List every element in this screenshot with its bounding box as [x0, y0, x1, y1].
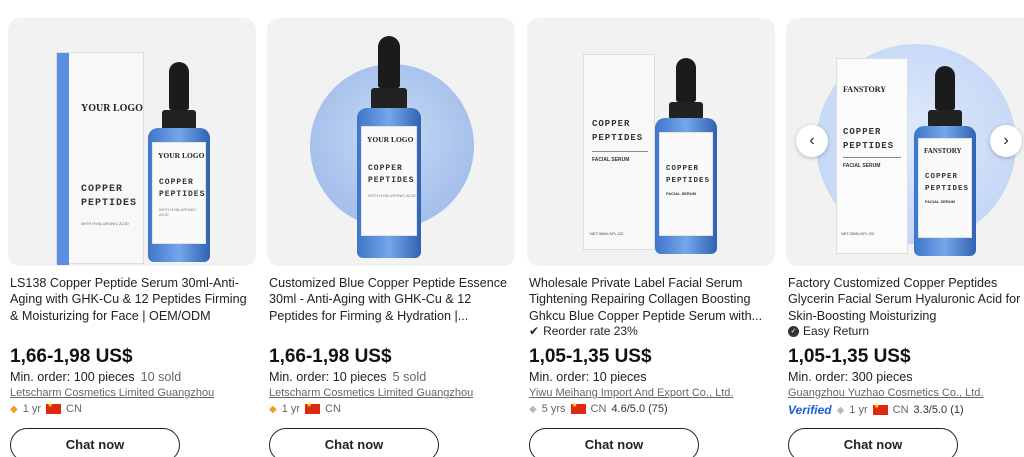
- chat-now-button[interactable]: Chat now: [269, 428, 439, 457]
- box-product-name: COPPER PEPTIDES: [81, 184, 138, 209]
- product-price: 1,05-1,35 US$: [788, 346, 911, 367]
- supplier-meta: Verified ◆ 1 yr CN 3.3/5.0 (1): [788, 402, 964, 417]
- chat-now-button[interactable]: Chat now: [10, 428, 180, 457]
- supplier-link[interactable]: Letscharm Cosmetics Limited Guangzhou: [269, 387, 473, 399]
- supplier-meta: ◆ 1 yr CN: [269, 401, 341, 415]
- sold-count: 10 sold: [140, 370, 182, 384]
- supplier-rating: 4.6/5.0 (75): [611, 403, 668, 415]
- chevron-right-icon[interactable]: ›: [990, 125, 1022, 157]
- product-price: 1,05-1,35 US$: [529, 346, 652, 367]
- min-order: Min. order: 300 pieces: [788, 370, 913, 384]
- china-flag-icon: [872, 402, 888, 415]
- product-price: 1,66-1,98 US$: [10, 346, 133, 367]
- chevron-left-icon[interactable]: ‹: [796, 125, 828, 157]
- product-card[interactable]: FANSTORY COPPER PEPTIDES FACIAL SERUM NE…: [786, 0, 1024, 457]
- china-flag-icon: [46, 401, 62, 414]
- shield-check-icon: ✓: [788, 325, 799, 337]
- sold-count: 5 sold: [392, 370, 427, 384]
- product-bottle: FANSTORY COPPER PEPTIDES FACIAL SERUM: [914, 66, 976, 256]
- china-flag-icon: [305, 401, 321, 414]
- product-title[interactable]: Customized Blue Copper Peptide Essence 3…: [269, 275, 515, 325]
- product-card[interactable]: COPPER PEPTIDES FACIAL SERUM NET:30ML/1F…: [527, 0, 777, 457]
- product-image[interactable]: COPPER PEPTIDES FACIAL SERUM NET:30ML/1F…: [527, 18, 775, 266]
- min-order: Min. order: 100 pieces 10 sold: [10, 370, 182, 384]
- chat-now-button[interactable]: Chat now: [529, 428, 699, 457]
- product-bottle: COPPER PEPTIDES FACIAL SERUM: [655, 58, 717, 254]
- min-order: Min. order: 10 pieces 5 sold: [269, 370, 427, 384]
- box-product-name: COPPER PEPTIDES: [843, 127, 895, 151]
- supplier-meta: ◆ 5 yrs CN 4.6/5.0 (75): [529, 401, 668, 415]
- verified-badge: Verified: [788, 403, 832, 417]
- reorder-rate: ✔ Reorder rate 23%: [529, 324, 638, 338]
- supplier-link[interactable]: Yiwu Meihang Import And Export Co., Ltd.: [529, 387, 733, 399]
- min-order: Min. order: 10 pieces: [529, 370, 647, 384]
- check-icon: ✔: [529, 324, 540, 338]
- medal-icon: ◆: [10, 403, 18, 415]
- product-title[interactable]: LS138 Copper Peptide Serum 30ml-Anti-Agi…: [10, 275, 256, 325]
- easy-return: ✓ Easy Return: [788, 324, 869, 338]
- chat-now-button[interactable]: Chat now: [788, 428, 958, 457]
- product-image[interactable]: YOUR LOGO COPPER PEPTIDES WITH HYALURONI…: [8, 18, 256, 266]
- product-title[interactable]: Wholesale Private Label Facial Serum Tig…: [529, 275, 775, 325]
- product-box: COPPER PEPTIDES FACIAL SERUM NET:30ML/1F…: [583, 54, 655, 250]
- supplier-link[interactable]: Letscharm Cosmetics Limited Guangzhou: [10, 387, 214, 399]
- product-title[interactable]: Factory Customized Copper Peptides Glyce…: [788, 275, 1024, 325]
- box-logo-text: YOUR LOGO: [81, 103, 143, 114]
- product-card[interactable]: YOUR LOGO COPPER PEPTIDES WITH HYALURONI…: [8, 0, 258, 457]
- product-card[interactable]: YOUR LOGO COPPER PEPTIDES WITH HYALURONI…: [267, 0, 517, 457]
- china-flag-icon: [570, 401, 586, 414]
- medal-icon: ◆: [529, 403, 537, 415]
- supplier-meta: ◆ 1 yr CN: [10, 401, 82, 415]
- product-box: YOUR LOGO COPPER PEPTIDES WITH HYALURONI…: [56, 52, 144, 265]
- supplier-link[interactable]: Guangzhou Yuzhao Cosmetics Co., Ltd.: [788, 387, 983, 399]
- box-product-name: COPPER PEPTIDES: [592, 119, 644, 143]
- medal-icon: ◆: [836, 404, 845, 416]
- product-price: 1,66-1,98 US$: [269, 346, 392, 367]
- supplier-rating: 3.3/5.0 (1): [913, 404, 964, 416]
- product-box: FANSTORY COPPER PEPTIDES FACIAL SERUM NE…: [836, 58, 908, 254]
- product-bottle: YOUR LOGO COPPER PEPTIDES WITH HYALURONI…: [148, 62, 210, 262]
- product-image[interactable]: YOUR LOGO COPPER PEPTIDES WITH HYALURONI…: [267, 18, 515, 266]
- medal-icon: ◆: [269, 403, 277, 415]
- product-bottle: YOUR LOGO COPPER PEPTIDES WITH HYALURONI…: [357, 36, 421, 258]
